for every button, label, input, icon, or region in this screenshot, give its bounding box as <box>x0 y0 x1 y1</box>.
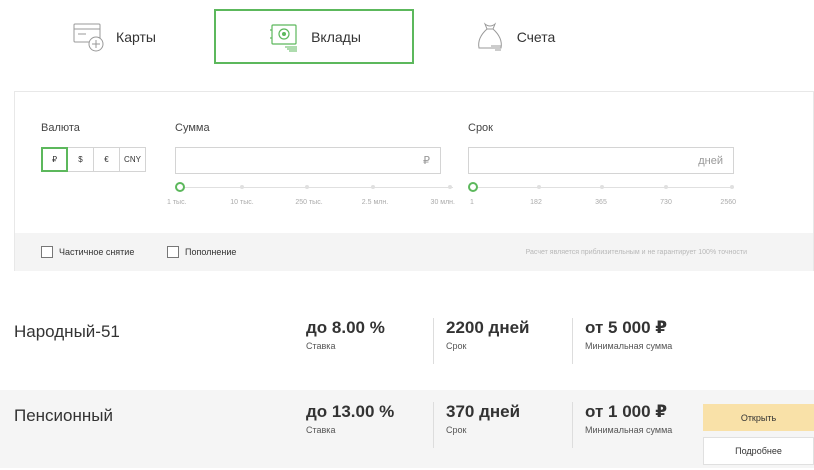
ruble-suffix: ₽ <box>423 155 430 167</box>
term-slider-step <box>664 185 668 189</box>
term-slider-step <box>730 185 734 189</box>
rate-metric: до 13.00 % Ставка <box>306 402 394 435</box>
term-metric: 2200 дней Срок <box>433 318 530 364</box>
money-bag-icon <box>473 20 507 54</box>
deposit-filter-panel: Валюта ₽ $ € CNY Сумма ₽ 1 тыс. 10 тыс. … <box>14 91 814 271</box>
amount-slider-step <box>448 185 452 189</box>
term-tick: 365 <box>595 199 607 206</box>
amount-slider-handle[interactable] <box>175 182 185 192</box>
deposit-name: Народный-51 <box>14 322 120 341</box>
amount-tick: 10 тыс. <box>230 199 254 206</box>
rate-value: до 8.00 % <box>306 318 385 337</box>
currency-rub-button[interactable]: ₽ <box>41 147 68 172</box>
product-tabs: Карты Вклады Счета <box>14 9 614 64</box>
more-details-button[interactable]: Подробнее <box>703 437 814 465</box>
rate-caption: Ставка <box>306 341 336 351</box>
currency-selector: ₽ $ € CNY <box>41 147 146 172</box>
rate-metric: до 8.00 % Ставка <box>306 318 385 351</box>
term-slider[interactable] <box>468 182 734 196</box>
rate-value: до 13.00 % <box>306 402 395 421</box>
term-caption: Срок <box>446 425 467 435</box>
min-amount-value: от 5 000 ₽ <box>585 318 668 337</box>
amount-label: Сумма <box>175 122 210 134</box>
safe-icon <box>267 20 301 54</box>
term-tick: 182 <box>530 199 542 206</box>
checkbox-box[interactable] <box>41 246 53 258</box>
card-add-icon <box>72 20 106 54</box>
amount-ticks: 1 тыс. 10 тыс. 250 тыс. 2.5 млн. 30 млн. <box>167 199 455 209</box>
amount-input[interactable] <box>176 148 423 173</box>
tab-accounts-label: Счета <box>516 28 556 45</box>
amount-slider-step <box>371 185 375 189</box>
term-metric: 370 дней Срок <box>433 402 520 448</box>
min-amount-caption: Минимальная сумма <box>585 425 673 435</box>
checkbox-box[interactable] <box>167 246 179 258</box>
term-value: 2200 дней <box>446 318 530 337</box>
amount-tick: 30 млн. <box>430 199 455 206</box>
term-caption: Срок <box>446 341 467 351</box>
amount-tick: 2.5 млн. <box>361 199 389 206</box>
tab-accounts[interactable]: Счета <box>414 9 614 64</box>
amount-slider-step <box>240 185 244 189</box>
term-slider-step <box>537 185 541 189</box>
term-slider-step <box>600 185 604 189</box>
amount-slider-step <box>305 185 309 189</box>
amount-tick: 250 тыс. <box>295 199 323 206</box>
tab-cards[interactable]: Карты <box>14 9 214 64</box>
tab-cards-label: Карты <box>116 28 156 45</box>
rate-caption: Ставка <box>306 425 336 435</box>
partial-withdrawal-checkbox[interactable]: Частичное снятие <box>41 246 134 258</box>
amount-slider-track <box>179 187 453 188</box>
term-tick: 730 <box>660 199 672 206</box>
tab-deposits[interactable]: Вклады <box>214 9 414 64</box>
currency-usd-button[interactable]: $ <box>67 147 94 172</box>
amount-field[interactable]: ₽ <box>175 147 441 174</box>
min-amount-value: от 1 000 ₽ <box>585 402 668 421</box>
min-amount-metric: от 5 000 ₽ Минимальная сумма <box>572 318 672 364</box>
replenishment-label: Пополнение <box>185 247 237 257</box>
days-suffix: дней <box>698 154 723 167</box>
deposit-name: Пенсионный <box>14 406 114 425</box>
currency-eur-button[interactable]: € <box>93 147 120 172</box>
term-label: Срок <box>468 122 493 134</box>
currency-cny-button[interactable]: CNY <box>119 147 146 172</box>
partial-withdrawal-label: Частичное снятие <box>59 247 135 257</box>
amount-slider[interactable] <box>175 182 453 196</box>
deposit-row: Пенсионный до 13.00 % Ставка 370 дней Ср… <box>0 390 814 468</box>
term-ticks: 1 182 365 730 2560 <box>470 199 736 209</box>
options-bar: Частичное снятие Пополнение Расчет являе… <box>15 233 813 271</box>
currency-label: Валюта <box>41 122 80 134</box>
term-field[interactable]: дней <box>468 147 734 174</box>
term-slider-handle[interactable] <box>468 182 478 192</box>
open-deposit-button[interactable]: Открыть <box>703 404 814 431</box>
term-input[interactable] <box>469 148 699 173</box>
term-tick: 1 <box>470 199 474 206</box>
min-amount-metric: от 1 000 ₽ Минимальная сумма <box>572 402 672 448</box>
term-value: 370 дней <box>446 402 521 421</box>
tab-deposits-label: Вклады <box>311 28 361 45</box>
term-tick: 2560 <box>720 199 736 206</box>
amount-tick: 1 тыс. <box>167 199 187 206</box>
deposit-row: Народный-51 до 8.00 % Ставка 2200 дней С… <box>0 306 814 384</box>
replenishment-checkbox[interactable]: Пополнение <box>167 246 236 258</box>
calculation-disclaimer: Расчет является приблизительным и не гар… <box>525 249 747 256</box>
min-amount-caption: Минимальная сумма <box>585 341 673 351</box>
